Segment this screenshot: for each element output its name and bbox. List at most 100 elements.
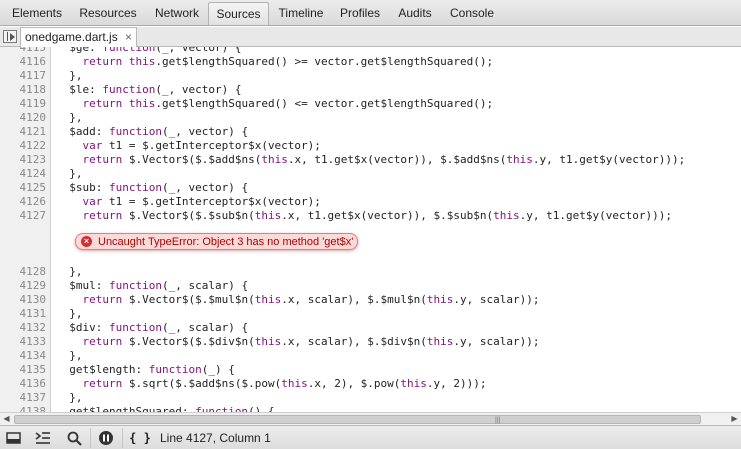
code-text: $div: function(_, scalar) { [56, 321, 249, 334]
scroll-right-arrow-icon[interactable]: ▶ [728, 413, 741, 425]
error-icon: × [81, 236, 92, 247]
code-text: }, [56, 167, 83, 180]
code-line[interactable]: 4116 return this.get$lengthSquared() >= … [0, 55, 741, 69]
line-number[interactable]: 4138 [0, 405, 47, 412]
code-text: return $.sqrt($.$add$ns($.pow(this.x, 2)… [82, 377, 487, 390]
code-line[interactable]: 4118 $le: function(_, vector) { [0, 83, 741, 97]
code-line[interactable]: 4124 }, [0, 167, 741, 181]
code-line[interactable]: 4117 }, [0, 69, 741, 83]
line-number[interactable]: 4117 [0, 69, 47, 83]
code-text: }, [56, 265, 83, 278]
code-text: var t1 = $.getInterceptor$x(vector); [82, 195, 321, 208]
code-text: return $.Vector$($.$div$n(this.x, scalar… [82, 335, 540, 348]
file-tab-onedgame[interactable]: onedgame.dart.js × [20, 27, 137, 48]
tab-timeline[interactable]: Timeline [274, 2, 328, 25]
show-navigator-icon[interactable] [3, 30, 17, 43]
line-number[interactable]: 4123 [0, 153, 47, 167]
code-line[interactable]: 4129 $mul: function(_, scalar) { [0, 279, 741, 293]
line-number[interactable]: 4137 [0, 391, 47, 405]
code-text: $add: function(_, vector) { [56, 125, 249, 138]
pretty-print-icon[interactable]: { } [129, 429, 151, 447]
search-icon[interactable] [65, 429, 85, 447]
code-line[interactable]: 4133 return $.Vector$($.$div$n(this.x, s… [0, 335, 741, 349]
line-number[interactable]: 4122 [0, 139, 47, 153]
line-number[interactable]: 4127 [0, 209, 47, 223]
code-line[interactable]: 4134 }, [0, 349, 741, 363]
close-icon[interactable]: × [125, 28, 132, 47]
code-text: $le: function(_, vector) { [56, 83, 242, 96]
line-number[interactable]: 4133 [0, 335, 47, 349]
code-line[interactable]: 4123 return $.Vector$($.$add$ns(this.x, … [0, 153, 741, 167]
code-line[interactable]: 4119 return this.get$lengthSquared() <= … [0, 97, 741, 111]
tab-sources[interactable]: Sources [208, 2, 269, 25]
tab-console[interactable]: Console [444, 2, 500, 25]
line-number[interactable]: 4116 [0, 55, 47, 69]
tab-elements[interactable]: Elements [6, 2, 68, 25]
code-line[interactable]: 4136 return $.sqrt($.$add$ns($.pow(this.… [0, 377, 741, 391]
code-text: }, [56, 69, 83, 82]
status-bar: { } Line 4127, Column 1 [0, 425, 741, 449]
code-line[interactable]: 4130 return $.Vector$($.$mul$n(this.x, s… [0, 293, 741, 307]
code-text: get$lengthSquared: function() { [56, 405, 275, 412]
line-number[interactable]: 4132 [0, 321, 47, 335]
code-text: }, [56, 111, 83, 124]
line-number[interactable]: 4120 [0, 111, 47, 125]
scroll-left-arrow-icon[interactable]: ◀ [0, 413, 13, 425]
line-number[interactable]: 4130 [0, 293, 47, 307]
grip-icon: ||| [495, 417, 501, 424]
panel-tab-bar: Elements Resources Network Sources Timel… [0, 0, 741, 26]
code-line[interactable]: 4126 var t1 = $.getInterceptor$x(vector)… [0, 195, 741, 209]
line-number[interactable]: 4125 [0, 181, 47, 195]
code-line[interactable]: 4137 }, [0, 391, 741, 405]
line-number[interactable]: 4126 [0, 195, 47, 209]
horizontal-scrollbar[interactable]: ◀ ||| ▶ [0, 412, 741, 425]
code-line[interactable]: 4115 $ge: function(_, vector) { [0, 47, 741, 55]
line-number[interactable]: 4121 [0, 125, 47, 139]
code-line[interactable]: 4120 }, [0, 111, 741, 125]
code-text: return $.Vector$($.$mul$n(this.x, scalar… [82, 293, 540, 306]
code-line[interactable]: 4122 var t1 = $.getInterceptor$x(vector)… [0, 139, 741, 153]
status-separator [122, 428, 123, 448]
code-line[interactable] [0, 251, 741, 265]
status-separator [90, 428, 91, 448]
line-number[interactable]: 4134 [0, 349, 47, 363]
line-number[interactable]: 4129 [0, 279, 47, 293]
code-text: get$length: function(_) { [56, 363, 235, 376]
tab-resources[interactable]: Resources [74, 2, 142, 25]
scrollbar-thumb[interactable]: ||| [14, 415, 701, 424]
code-line[interactable]: 4125 $sub: function(_, vector) { [0, 181, 741, 195]
code-text: $ge: function(_, vector) { [56, 47, 242, 54]
console-drawer-icon[interactable] [33, 429, 53, 447]
code-line[interactable]: 4135 get$length: function(_) { [0, 363, 741, 377]
line-number[interactable]: 4119 [0, 97, 47, 111]
code-text: return this.get$lengthSquared() <= vecto… [82, 97, 494, 110]
dock-icon[interactable] [4, 429, 24, 447]
code-text: var t1 = $.getInterceptor$x(vector); [82, 139, 321, 152]
line-number[interactable]: 4131 [0, 307, 47, 321]
error-message-text: Uncaught TypeError: Object 3 has no meth… [98, 236, 354, 248]
code-text: }, [56, 391, 83, 404]
line-number[interactable]: 4128 [0, 265, 47, 279]
code-line[interactable]: 4131 }, [0, 307, 741, 321]
code-text: return this.get$lengthSquared() >= vecto… [82, 55, 494, 68]
line-number[interactable]: 4136 [0, 377, 47, 391]
line-number[interactable]: 4118 [0, 83, 47, 97]
line-number[interactable]: 4135 [0, 363, 47, 377]
code-text: $mul: function(_, scalar) { [56, 279, 249, 292]
code-line[interactable]: 4132 $div: function(_, scalar) { [0, 321, 741, 335]
code-line[interactable]: 4127 return $.Vector$($.$sub$n(this.x, t… [0, 209, 741, 223]
tab-profiles[interactable]: Profiles [334, 2, 386, 25]
file-tab-strip: onedgame.dart.js × [0, 27, 741, 48]
tab-audits[interactable]: Audits [392, 2, 438, 25]
code-line[interactable]: 4138 get$lengthSquared: function() { [0, 405, 741, 412]
code-line[interactable]: 4121 $add: function(_, vector) { [0, 125, 741, 139]
source-editor[interactable]: 4115 $ge: function(_, vector) {4116 retu… [0, 47, 741, 412]
line-number[interactable]: 4124 [0, 167, 47, 181]
line-number[interactable]: 4115 [0, 47, 47, 55]
tab-network[interactable]: Network [148, 2, 206, 25]
file-tab-label: onedgame.dart.js [25, 30, 118, 44]
pause-on-exceptions-icon[interactable] [96, 429, 116, 447]
code-text: return $.Vector$($.$add$ns(this.x, t1.ge… [82, 153, 686, 166]
code-line[interactable]: 4128 }, [0, 265, 741, 279]
code-text: $sub: function(_, vector) { [56, 181, 249, 194]
